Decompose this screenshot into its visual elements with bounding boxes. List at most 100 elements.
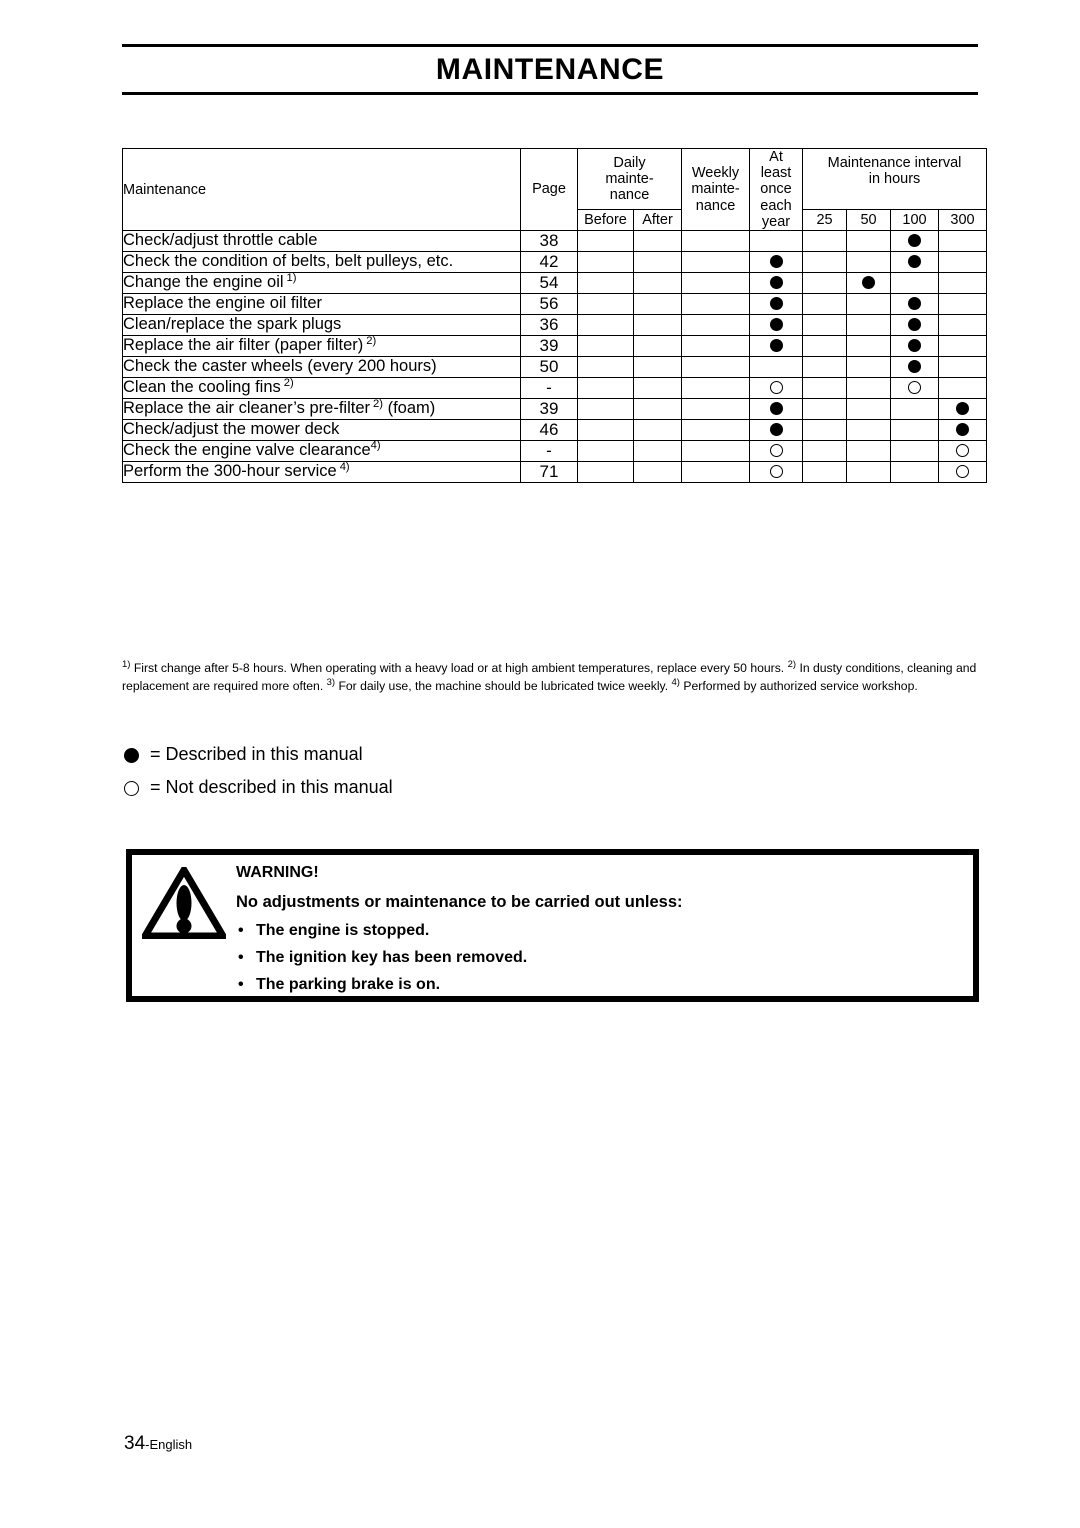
col-header-year-line4: each — [760, 197, 792, 214]
bullet-icon: • — [238, 921, 244, 939]
row-mark-hours-300 — [938, 440, 988, 463]
row-mark-year — [749, 440, 804, 463]
filled-dot-icon — [956, 402, 970, 416]
row-mark-hours-100 — [890, 398, 940, 421]
row-mark-hours-50 — [846, 293, 892, 316]
warning-item: • The engine is stopped. — [236, 921, 963, 939]
row-footnote-marker: 2) — [373, 397, 383, 410]
open-dot-icon — [956, 465, 970, 479]
row-page-number: - — [520, 377, 578, 400]
row-mark-hours-50 — [846, 272, 892, 295]
col-header-before: Before — [577, 208, 634, 232]
warning-body: WARNING! No adjustments or maintenance t… — [236, 855, 973, 1014]
row-task-label: Replace the air filter (paper filter) 2) — [122, 335, 521, 358]
row-mark-hours-50 — [846, 440, 892, 463]
row-mark-hours-25 — [802, 377, 848, 400]
row-task-label: Change the engine oil 1) — [122, 272, 521, 295]
row-mark-year — [749, 419, 804, 442]
row-mark-hours-100 — [890, 272, 940, 295]
filled-dot-icon — [769, 255, 783, 269]
row-mark-before — [577, 419, 634, 442]
row-page-number: 54 — [520, 272, 578, 295]
col-header-daily-maintenance: Daily mainte- nance — [576, 148, 683, 210]
row-task-label: Check the engine valve clearance4) — [122, 440, 521, 463]
row-mark-before — [577, 251, 634, 274]
col-header-page: Page — [520, 147, 578, 232]
row-mark-hours-100 — [890, 293, 940, 316]
col-header-hours-25: 25 — [802, 208, 848, 232]
row-footnote-marker: 2) — [283, 376, 294, 389]
filled-dot-icon — [862, 276, 876, 290]
col-header-hours-300: 300 — [938, 208, 988, 232]
row-mark-hours-50 — [846, 314, 892, 337]
table-head-row-1: Maintenance Page Daily mainte- nance Wee… — [122, 147, 988, 232]
table-row: Replace the air cleaner’s pre-filter 2) (… — [122, 397, 988, 421]
row-mark-hours-300 — [938, 335, 988, 358]
row-mark-hours-50 — [846, 461, 892, 484]
row-page-number: 50 — [520, 356, 578, 379]
row-mark-before — [577, 461, 634, 484]
table-row: Check/adjust the mower deck 46 — [122, 419, 988, 442]
row-mark-before — [577, 272, 634, 295]
row-mark-hours-50 — [846, 356, 892, 379]
col-header-at-least-once-each-year: At least once each year — [749, 147, 804, 232]
filled-dot-icon — [908, 255, 922, 269]
footnote-text-4: Performed by authorized service workshop… — [683, 678, 918, 693]
row-mark-year — [749, 314, 804, 337]
filled-dot-icon — [769, 423, 783, 437]
table-row: Check the engine valve clearance4) - — [122, 440, 988, 463]
col-header-hours-50: 50 — [846, 208, 892, 232]
table-row: Replace the engine oil filter 56 — [122, 293, 988, 316]
row-page-number: - — [520, 440, 578, 463]
row-mark-hours-25 — [802, 314, 848, 337]
row-mark-hours-50 — [846, 377, 892, 400]
row-mark-weekly — [681, 461, 751, 484]
footnotes-block: 1) First change after 5-8 hours. When op… — [122, 660, 980, 695]
row-task-label: Replace the engine oil filter — [122, 293, 521, 316]
row-mark-after — [632, 272, 683, 295]
row-mark-hours-300 — [938, 398, 988, 421]
filled-dot-icon — [769, 318, 783, 332]
row-task-label: Check/adjust throttle cable — [122, 230, 521, 253]
row-mark-hours-25 — [802, 356, 848, 379]
row-mark-weekly — [681, 335, 751, 358]
row-mark-hours-25 — [802, 251, 848, 274]
row-mark-hours-300 — [938, 314, 988, 337]
row-task-label: Perform the 300-hour service 4) — [122, 461, 521, 484]
warning-title: WARNING! — [236, 864, 319, 881]
row-mark-year — [749, 377, 804, 400]
filled-dot-icon — [769, 402, 783, 416]
maintenance-table-wrapper: Maintenance Page Daily mainte- nance Wee… — [122, 147, 988, 484]
table-row: Check/adjust throttle cable 38 — [122, 230, 988, 253]
row-mark-hours-50 — [846, 230, 892, 253]
row-mark-before — [577, 377, 634, 400]
footnote-text-3: For daily use, the machine should be lub… — [338, 678, 669, 693]
row-mark-weekly — [681, 398, 751, 421]
row-page-number: 71 — [520, 461, 578, 484]
bullet-icon: • — [238, 948, 244, 966]
row-mark-hours-25 — [802, 335, 848, 358]
filled-dot-icon — [908, 318, 922, 332]
warning-lead: No adjustments or maintenance to be carr… — [236, 893, 683, 911]
header-rule-bottom — [122, 92, 978, 95]
row-mark-hours-300 — [938, 230, 988, 253]
row-mark-hours-25 — [802, 461, 848, 484]
filled-dot-icon — [908, 360, 922, 374]
table-row: Change the engine oil 1) 54 — [122, 272, 988, 295]
footnote-marker-1: 1) — [122, 658, 131, 670]
row-mark-before — [577, 314, 634, 337]
row-mark-hours-50 — [846, 251, 892, 274]
warning-item-label: The ignition key has been removed. — [256, 948, 528, 966]
row-mark-after — [632, 356, 683, 379]
legend-row-described: = Described in this manual — [124, 744, 393, 765]
row-mark-hours-100 — [890, 356, 940, 379]
row-mark-before — [577, 440, 634, 463]
open-dot-icon — [769, 465, 783, 479]
warning-item-label: The parking brake is on. — [256, 975, 441, 993]
legend-label-described: = Described in this manual — [150, 744, 363, 764]
row-mark-hours-25 — [802, 230, 848, 253]
row-mark-hours-50 — [846, 419, 892, 442]
row-mark-before — [577, 293, 634, 316]
legend-block: = Described in this manual = Not describ… — [124, 744, 393, 811]
manual-page: MAINTENANCE Maintenance Page Daily maint… — [0, 0, 1080, 1528]
